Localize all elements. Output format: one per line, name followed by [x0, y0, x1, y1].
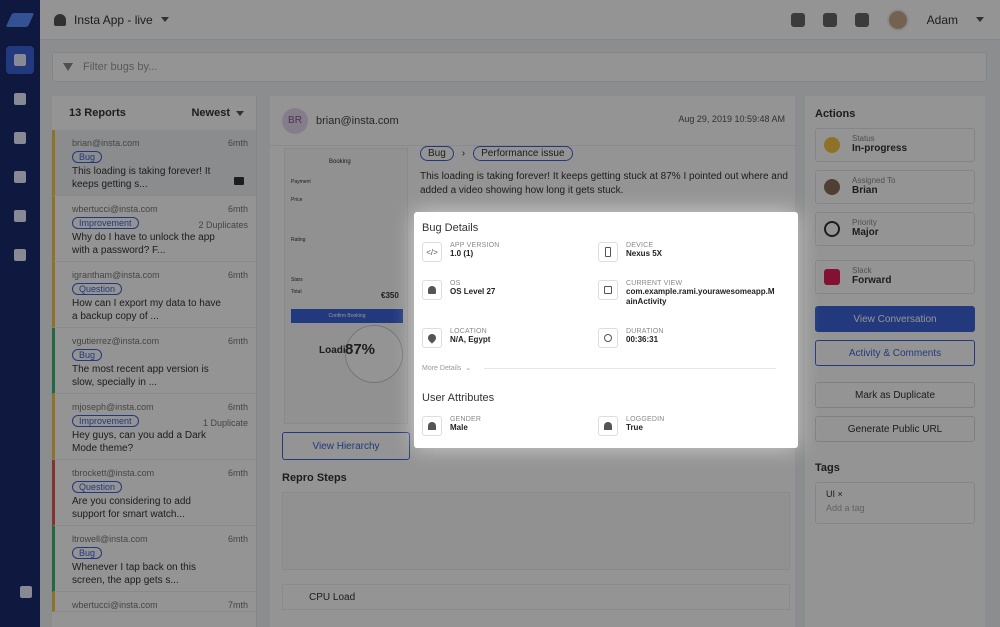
loggedin-value: True — [626, 423, 643, 432]
gender-label: GENDER — [450, 416, 482, 423]
android-icon — [422, 280, 442, 300]
location-field: LOCATION N/A, Egypt — [422, 328, 600, 348]
window-icon — [598, 280, 618, 300]
user-attributes-title: User Attributes — [422, 392, 495, 404]
chevron-down-icon: ⌄ — [465, 365, 472, 372]
os-label: OS — [450, 280, 461, 287]
duration-value: 00:36:31 — [626, 335, 659, 344]
alarm-clock-icon — [598, 328, 618, 348]
divider — [484, 368, 776, 369]
current-view-field: CURRENT VIEW com.example.rami.yourawesom… — [598, 280, 776, 307]
app-version-field: </> APP VERSION 1.0 (1) — [422, 242, 600, 262]
os-field: OS OS Level 27 — [422, 280, 600, 300]
duration-label: DURATION — [626, 328, 664, 335]
person-icon — [598, 416, 618, 436]
device-label: DEVICE — [626, 242, 654, 249]
loggedin-field: LOGGEDIN True — [598, 416, 776, 436]
gender-field: GENDER Male — [422, 416, 600, 436]
loggedin-label: LOGGEDIN — [626, 416, 665, 423]
duration-field: DURATION 00:36:31 — [598, 328, 776, 348]
current-view-value: com.example.rami.yourawesomeapp.MainActi… — [626, 287, 775, 306]
app-version-value: 1.0 (1) — [450, 249, 474, 258]
current-view-label: CURRENT VIEW — [626, 280, 683, 287]
device-value: Nexus 5X — [626, 249, 663, 258]
gender-value: Male — [450, 423, 468, 432]
person-icon — [422, 416, 442, 436]
location-label: LOCATION — [450, 328, 487, 335]
code-icon: </> — [422, 242, 442, 262]
more-details-toggle[interactable]: More Details ⌄ — [422, 364, 472, 373]
os-value: OS Level 27 — [450, 287, 496, 296]
location-pin-icon — [422, 328, 442, 348]
bug-details-title: Bug Details — [422, 222, 479, 234]
app-version-label: APP VERSION — [450, 242, 500, 249]
device-field: DEVICE Nexus 5X — [598, 242, 776, 262]
more-details-label: More Details — [422, 364, 462, 372]
location-value: N/A, Egypt — [450, 335, 491, 344]
bug-details-card: Bug Details </> APP VERSION 1.0 (1) DEVI… — [414, 212, 798, 448]
phone-icon — [598, 242, 618, 262]
